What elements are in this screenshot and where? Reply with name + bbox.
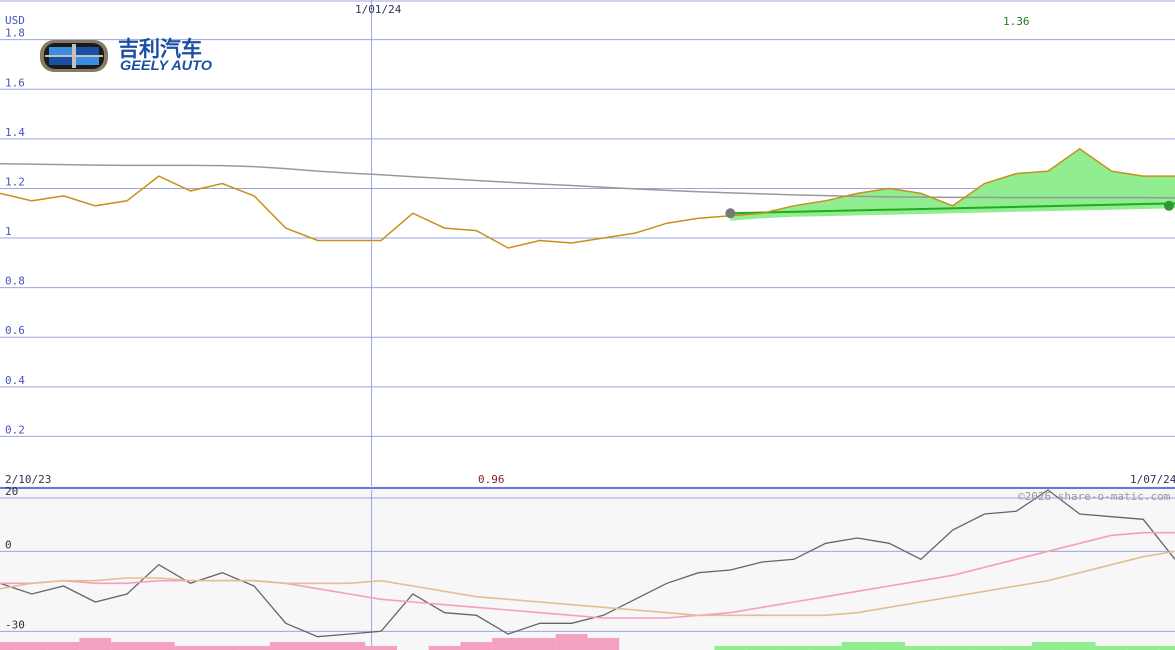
histogram-bar [492, 638, 524, 650]
histogram-bar [1000, 646, 1033, 650]
price-y-tick-label: 0.4 [5, 374, 25, 387]
oscillator-y-tick-label: 0 [5, 538, 12, 551]
histogram-bar [1032, 642, 1064, 650]
price-y-tick-label: 1 [5, 225, 12, 238]
histogram-bar [238, 646, 270, 650]
histogram-bar [0, 642, 16, 650]
y-axis-unit: USD [5, 14, 25, 27]
histogram-bar [1127, 646, 1160, 650]
stock-chart: 1.8 1.6 1.4 1.2 1 0.8 0.6 0.4 0.2 USD 1/01/24 1.… [0, 0, 1175, 650]
oscillator-y-tick-label: 20 [5, 485, 18, 498]
histogram-bar [142, 642, 175, 650]
oscillator-y-tick-label: -30 [5, 618, 25, 631]
max-price-label: 1.36 [1003, 15, 1030, 28]
price-y-tick-label: 0.8 [5, 275, 25, 288]
price-y-tick-label: 1.8 [5, 27, 25, 40]
histogram-bar [714, 646, 747, 650]
histogram-bar [523, 638, 556, 650]
histogram-bar [809, 646, 842, 650]
histogram-bar [333, 642, 366, 650]
histogram-bar [905, 646, 937, 650]
histogram-bar [555, 634, 588, 650]
trend-end-marker [1164, 200, 1174, 211]
histogram-bar [301, 642, 334, 650]
histogram-bar [174, 646, 207, 650]
histogram-bar [746, 646, 779, 650]
histogram-bar [778, 646, 810, 650]
histogram-bar [269, 642, 302, 650]
price-y-tick-label: 1.4 [5, 126, 25, 139]
histogram-bar [15, 642, 48, 650]
chart-canvas: 1.8 1.6 1.4 1.2 1 0.8 0.6 0.4 0.2 USD 1/01/24 1.… [0, 0, 1175, 650]
histogram-bar [206, 646, 239, 650]
histogram-bar [1095, 646, 1128, 650]
histogram-bar [365, 646, 397, 650]
histogram-bar [47, 642, 80, 650]
histogram-bar [873, 642, 906, 650]
histogram-bar [968, 646, 1001, 650]
x-marker-label: 1/01/24 [355, 3, 402, 16]
price-y-tick-label: 0.2 [5, 423, 25, 436]
histogram-bar [936, 646, 969, 650]
price-y-tick-label: 0.6 [5, 324, 25, 337]
histogram-bar [587, 638, 620, 650]
histogram-bar [111, 642, 143, 650]
trend-start-marker [725, 208, 736, 219]
logo-english-text: GEELY AUTO [120, 58, 213, 73]
price-y-tick-label: 1.2 [5, 175, 25, 188]
x-end-label: 1/07/24 [1130, 473, 1175, 486]
price-y-tick-label: 1.6 [5, 76, 25, 89]
histogram-bar [1159, 646, 1175, 650]
histogram-bar [79, 638, 112, 650]
geely-shield-icon [40, 40, 108, 72]
slow-average-line [0, 550, 1175, 617]
histogram-bar [841, 642, 874, 650]
histogram-bar [428, 646, 461, 650]
geely-logo: 吉利汽车 GEELY AUTO [40, 37, 213, 73]
watermark: ©2026 share-o-matic.com [1018, 490, 1171, 503]
histogram-bar [460, 642, 493, 650]
histogram-bar [1063, 642, 1096, 650]
min-price-label: 0.96 [478, 473, 505, 486]
